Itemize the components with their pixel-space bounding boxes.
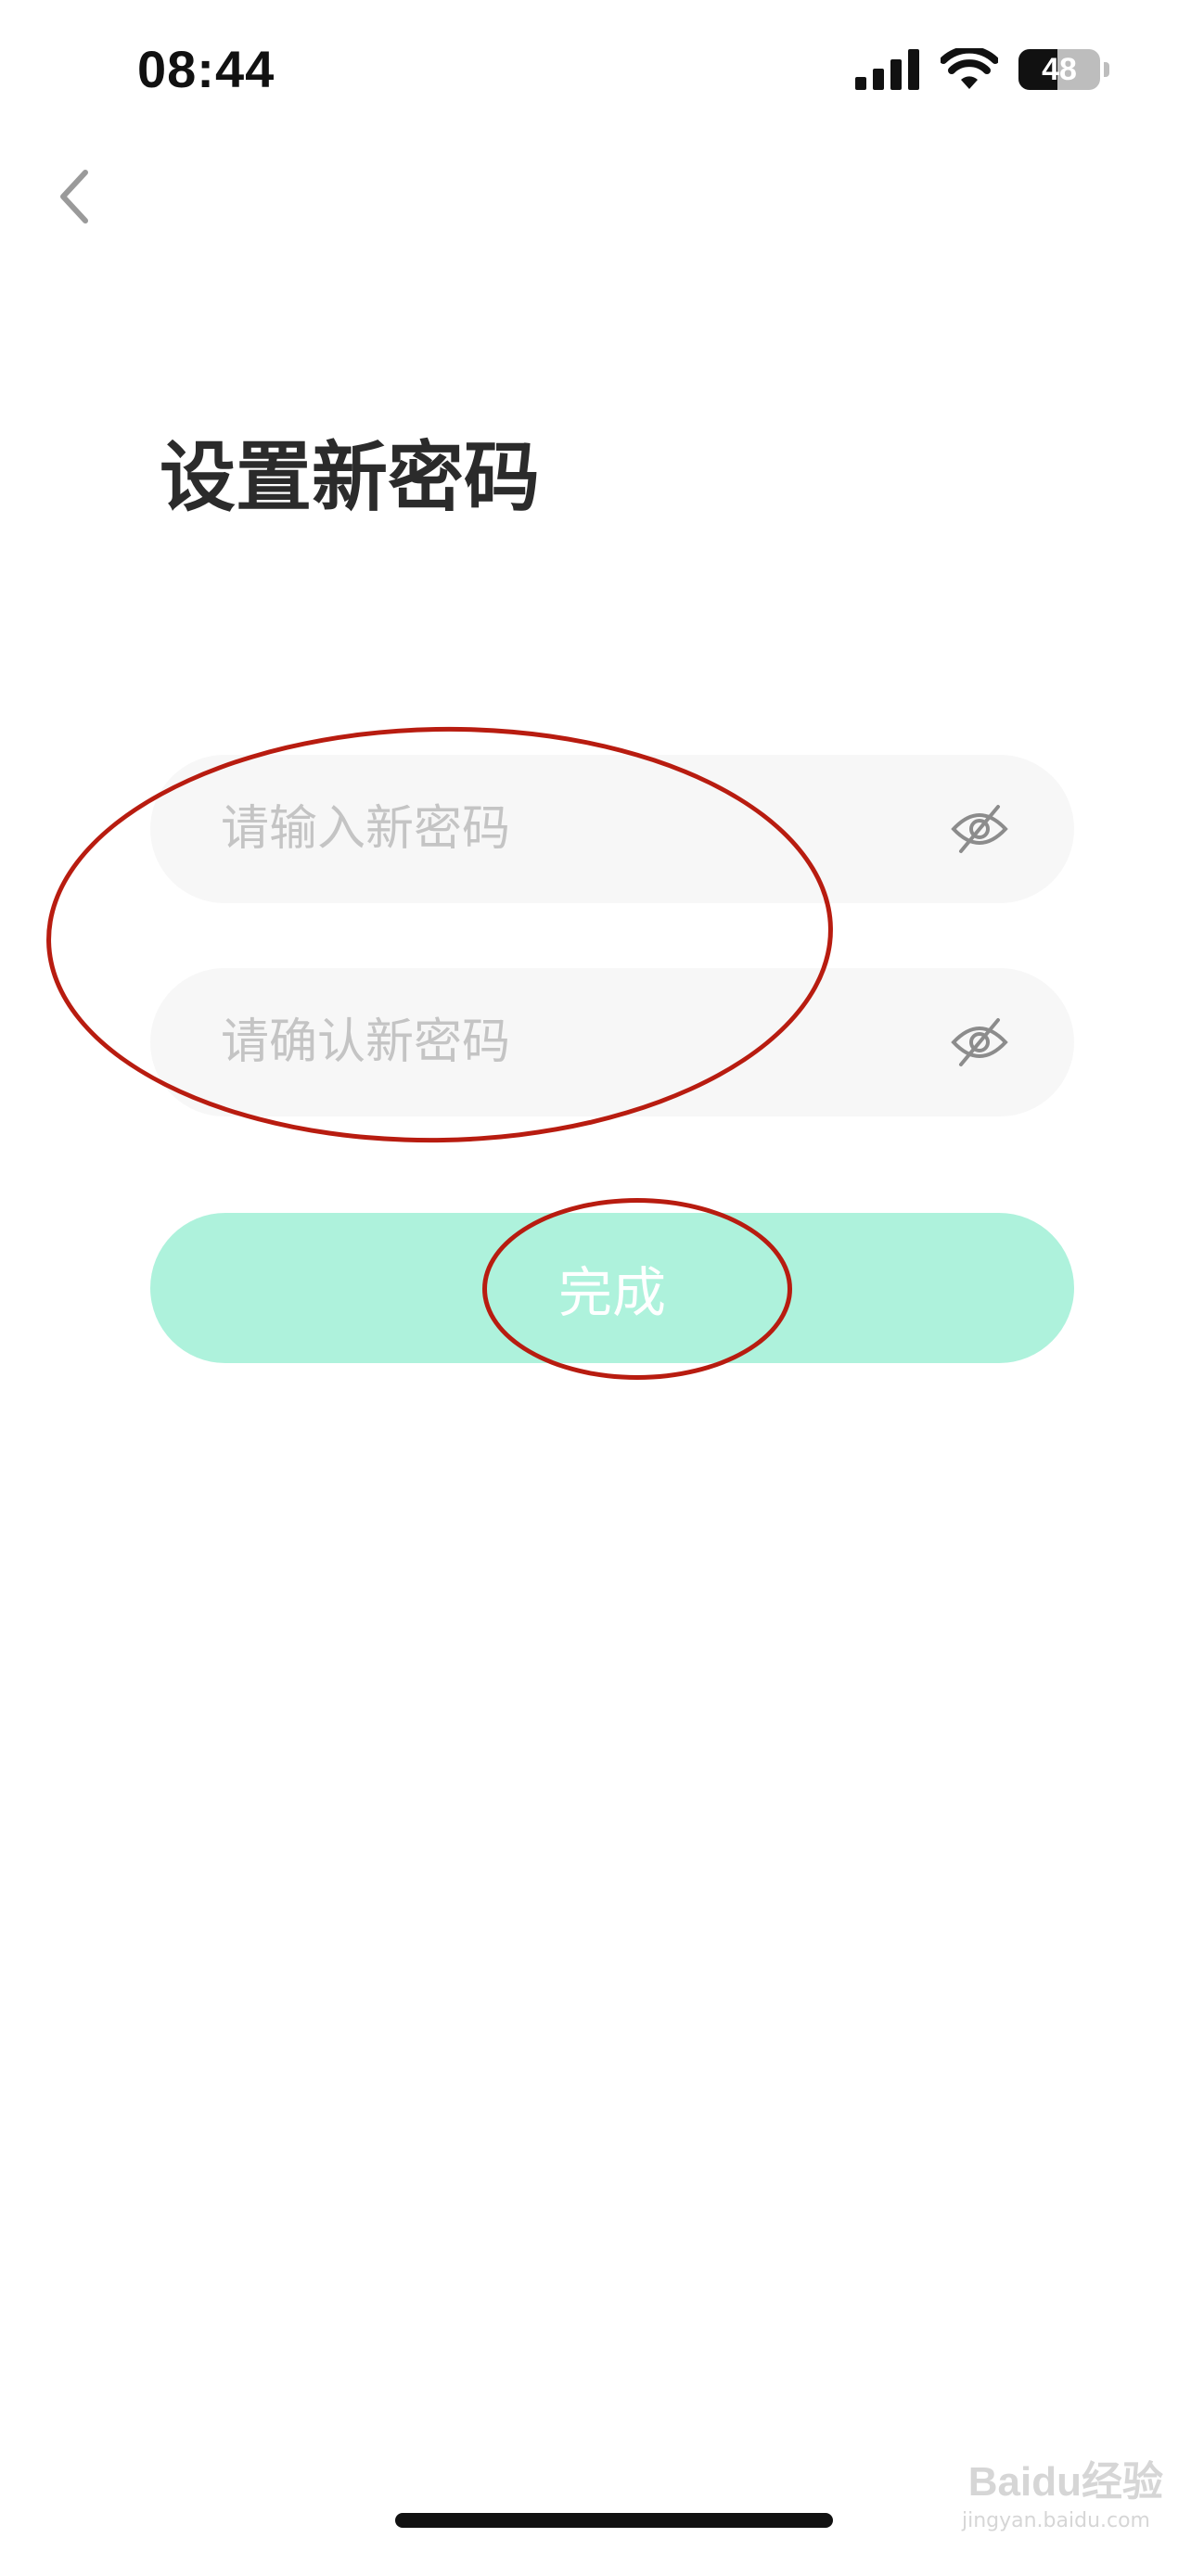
confirm-password-input[interactable] [219,967,933,1117]
battery-nub [1104,62,1109,77]
signal-icon [855,49,919,90]
confirm-password-field[interactable] [150,967,1074,1117]
page-title: 设置新密码 [160,434,541,522]
battery-level: 48 [1042,51,1077,87]
eye-hidden-icon [951,1018,1008,1066]
chevron-left-icon [60,170,88,223]
status-icons: 48 [855,48,1109,91]
done-button[interactable]: 完成 [150,1213,1074,1363]
watermark-url: jingyan.baidu.com [961,2509,1150,2532]
battery-icon: 48 [1018,49,1100,90]
watermark-logo: Baidu经验 [967,2459,1163,2505]
new-password-field[interactable] [150,754,1074,904]
toggle-visibility-button[interactable] [933,783,1026,875]
status-time: 08:44 [137,40,275,98]
eye-hidden-icon [951,805,1008,853]
home-indicator [395,2513,833,2528]
new-password-input[interactable] [219,754,933,904]
wifi-icon [941,48,998,89]
back-button[interactable] [45,159,100,234]
toggle-visibility-button[interactable] [933,996,1026,1089]
